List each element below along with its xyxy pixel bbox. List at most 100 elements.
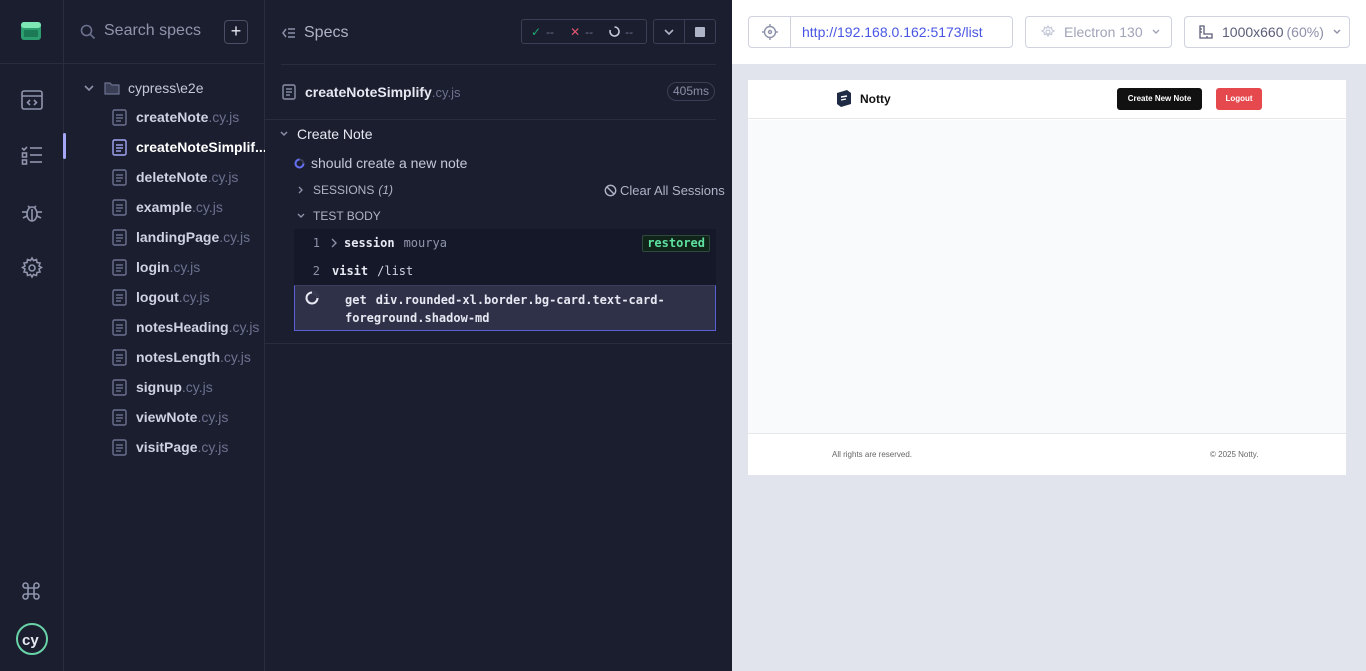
chevron-down-icon (1152, 29, 1160, 34)
document-icon (112, 438, 127, 456)
chevron-right-icon (298, 186, 303, 194)
running-spinner-icon (294, 158, 305, 168)
settings-nav-icon[interactable] (20, 256, 44, 280)
chevron-down-icon (664, 28, 674, 35)
command-row-session[interactable]: 1 session mourya restored (294, 229, 716, 257)
crosshair-icon (761, 24, 778, 40)
cypress-logo-icon[interactable]: cy (15, 622, 49, 656)
sessions-row[interactable]: SESSIONS (1) (297, 183, 393, 197)
test-stats: ✓ -- ✕ -- -- (521, 19, 647, 44)
chevron-right-icon[interactable] (330, 238, 338, 248)
search-input[interactable]: Search specs (104, 22, 201, 40)
test-row[interactable]: should create a new note (294, 155, 467, 171)
nav-rail: cy (0, 0, 64, 671)
notes-main-area (748, 120, 1346, 433)
specs-toggle-label[interactable]: Specs (304, 24, 348, 42)
command-spinner-icon (305, 291, 319, 305)
debug-nav-icon[interactable] (20, 200, 44, 224)
specs-panel: Search specs + cypress\e2e createNote .cy… (63, 0, 267, 671)
notty-navbar: Notty Create New Note Logout (748, 80, 1346, 119)
clear-all-sessions-button[interactable]: Clear All Sessions (604, 183, 725, 198)
spec-item-logout[interactable]: logout .cy.js (112, 286, 210, 308)
viewport-select[interactable]: 1000x660 (60%) (1184, 16, 1350, 48)
reporter-header: Specs ✓ -- ✕ -- -- (265, 0, 732, 64)
chevron-down-icon (280, 131, 288, 137)
spec-item-notesLength[interactable]: notesLength .cy.js (112, 346, 251, 368)
notty-logo-icon[interactable] (834, 89, 853, 108)
document-icon (282, 84, 296, 100)
spec-item-example[interactable]: example .cy.js (112, 196, 223, 218)
session-restored-badge: restored (642, 235, 710, 252)
chevron-down-icon (297, 213, 305, 218)
specs-nav-icon[interactable] (20, 88, 44, 112)
logout-button[interactable]: Logout (1216, 88, 1262, 110)
command-row-get-active[interactable]: get div.rounded-xl.border.bg-card.text-ca… (294, 285, 716, 331)
chevron-down-icon (1333, 29, 1341, 34)
add-spec-button[interactable]: + (224, 20, 248, 44)
ban-icon (604, 184, 617, 197)
running-spec-title: createNoteSimplify .cy.js (282, 84, 460, 100)
runs-nav-icon[interactable] (20, 143, 44, 167)
spec-item-createNoteSimplify[interactable]: createNoteSimplif... (112, 136, 267, 158)
active-spec-indicator (63, 133, 66, 159)
ruler-icon (1199, 25, 1213, 39)
document-icon (112, 378, 127, 396)
create-new-note-button[interactable]: Create New Note (1117, 88, 1202, 110)
passed-stat: ✓ -- (531, 24, 555, 39)
suite-row[interactable]: Create Note (279, 126, 372, 142)
document-icon (112, 198, 127, 216)
spec-item-signup[interactable]: signup .cy.js (112, 376, 213, 398)
spec-duration-badge: 405ms (667, 82, 715, 101)
aut-toolbar: http://192.168.0.162:5173/list Electron … (732, 0, 1366, 64)
app-logo-icon[interactable] (20, 20, 42, 42)
search-icon (80, 24, 96, 40)
spec-item-login[interactable]: login .cy.js (112, 256, 200, 278)
collapse-specs-icon[interactable] (282, 26, 296, 40)
folder-row[interactable]: cypress\e2e (82, 78, 203, 98)
document-icon (112, 108, 127, 126)
stop-icon (695, 26, 706, 37)
document-icon (112, 168, 127, 186)
svg-text:cy: cy (22, 632, 39, 649)
folder-icon (104, 82, 120, 95)
aut-url[interactable]: http://192.168.0.162:5173/list (790, 16, 1013, 48)
spec-item-viewNote[interactable]: viewNote .cy.js (112, 406, 228, 428)
command-log: 1 session mourya restored 2 visit /list … (294, 229, 716, 331)
keyboard-shortcuts-icon[interactable] (21, 581, 41, 601)
test-body-row[interactable]: TEST BODY (297, 209, 381, 223)
failed-stat: ✕ -- (570, 24, 594, 39)
reporter-bottom-divider (265, 343, 732, 344)
spec-divider (265, 119, 716, 120)
document-icon (112, 258, 127, 276)
test-title: should create a new note (311, 155, 468, 171)
footer-rights: All rights are reserved. (832, 450, 913, 459)
suite-title: Create Note (297, 126, 373, 142)
document-icon (112, 138, 127, 156)
document-icon (112, 288, 127, 306)
app-under-test: http://192.168.0.162:5173/list Electron … (732, 0, 1366, 671)
stop-button[interactable] (684, 20, 715, 43)
selector-playground-button[interactable] (748, 16, 790, 48)
spec-item-deleteNote[interactable]: deleteNote .cy.js (112, 166, 238, 188)
rail-divider (0, 63, 64, 64)
spec-item-notesHeading[interactable]: notesHeading .cy.js (112, 316, 259, 338)
pending-spinner-icon (609, 26, 620, 37)
collapse-all-button[interactable] (654, 20, 684, 43)
pending-stat: -- (609, 25, 633, 39)
spec-item-visitPage[interactable]: visitPage .cy.js (112, 436, 228, 458)
reporter-panel: Specs ✓ -- ✕ -- -- createNoteSimplify .cy.j… (265, 0, 732, 671)
document-icon (112, 408, 127, 426)
electron-icon (1041, 25, 1055, 38)
run-controls (653, 19, 716, 44)
folder-name: cypress\e2e (128, 80, 204, 96)
spec-item-landingPage[interactable]: landingPage .cy.js (112, 226, 250, 248)
footer-copyright: © 2025 Notty. (1210, 450, 1259, 459)
browser-select[interactable]: Electron 130 (1025, 16, 1172, 48)
spec-item-createNote[interactable]: createNote .cy.js (112, 106, 239, 128)
notty-brand[interactable]: Notty (860, 92, 891, 106)
header-divider (281, 64, 716, 65)
command-row-visit[interactable]: 2 visit /list (294, 257, 716, 285)
document-icon (112, 348, 127, 366)
document-icon (112, 228, 127, 246)
document-icon (112, 318, 127, 336)
